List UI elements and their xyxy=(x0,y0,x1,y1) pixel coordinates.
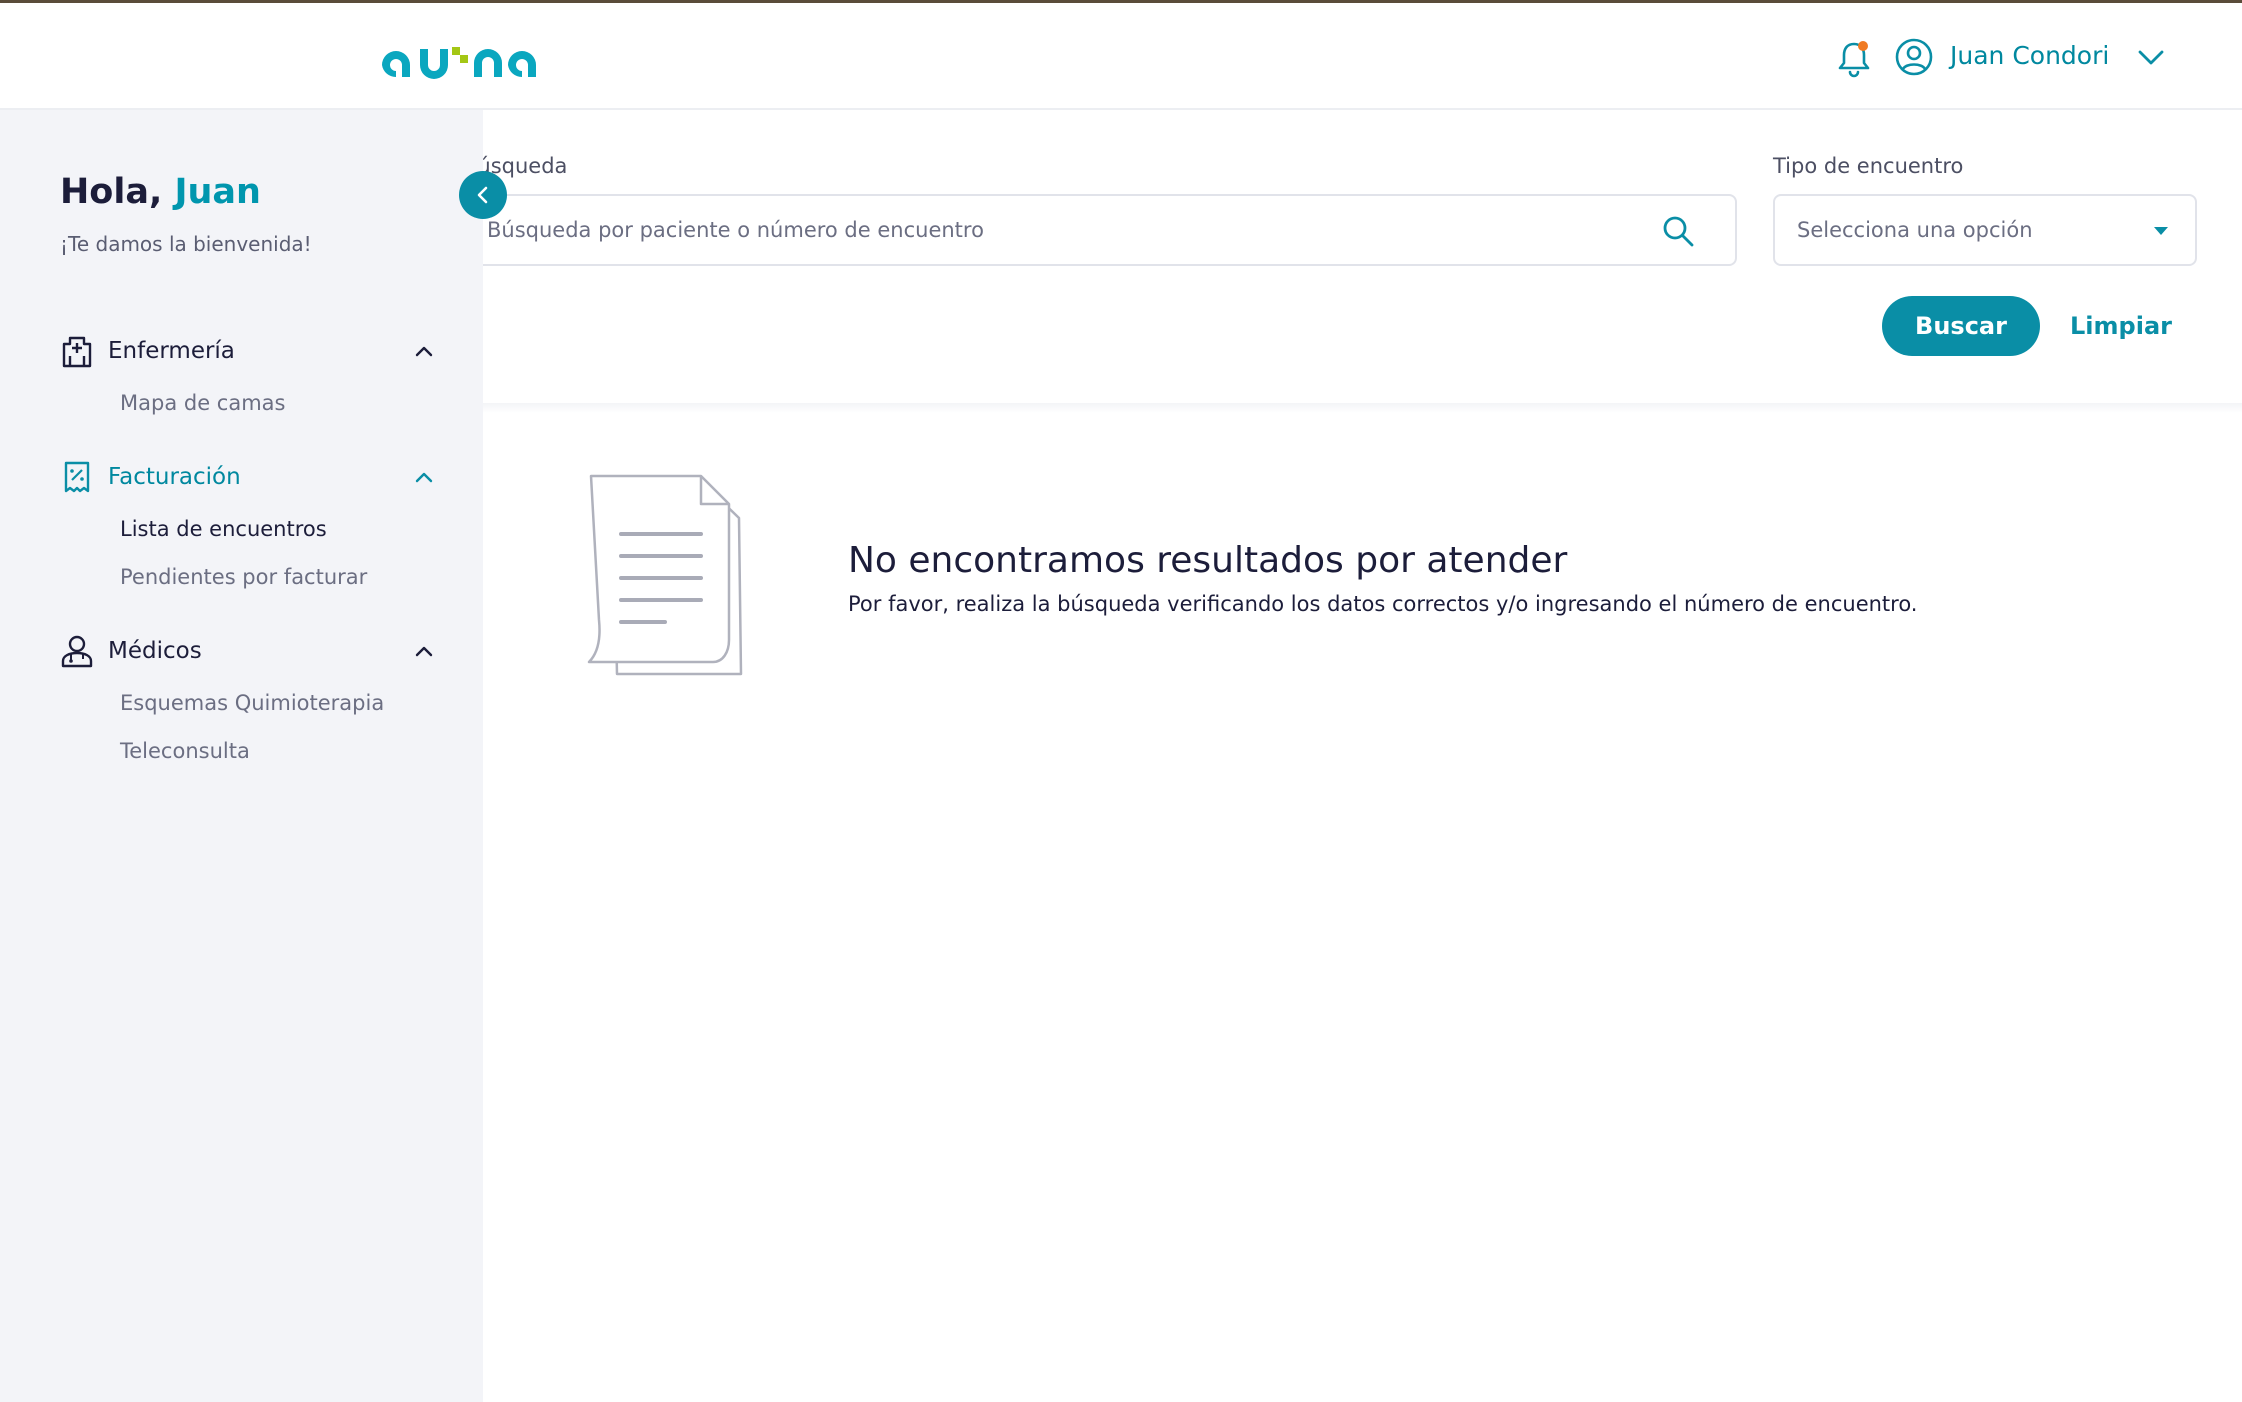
sidebar-item-teleconsulta[interactable]: Teleconsulta xyxy=(120,739,250,763)
sidebar-item-esquemas-quimioterapia[interactable]: Esquemas Quimioterapia xyxy=(120,691,384,715)
encounter-type-select[interactable]: Selecciona una opción xyxy=(1773,194,2197,266)
sidebar-section-medicos[interactable]: Médicos xyxy=(60,632,440,672)
empty-state-title: No encontramos resultados por atender xyxy=(848,540,1568,581)
sidebar-item-lista-de-encuentros[interactable]: Lista de encuentros xyxy=(120,517,327,541)
doctor-icon xyxy=(61,635,93,668)
chevron-up-icon[interactable] xyxy=(412,466,436,490)
panel-divider xyxy=(483,403,2242,413)
invoice-icon xyxy=(64,461,90,493)
welcome-message: ¡Te damos la bienvenida! xyxy=(60,232,312,256)
select-placeholder: Selecciona una opción xyxy=(1797,218,2033,242)
caret-down-icon xyxy=(2154,227,2168,235)
chevron-up-icon[interactable] xyxy=(412,640,436,664)
greeting: Hola, Juan xyxy=(60,172,261,212)
filter-panel: Búsqueda Tipo de encuentro Selecciona un… xyxy=(483,110,2242,403)
search-field xyxy=(483,194,1737,266)
chevron-down-icon[interactable] xyxy=(2136,43,2166,73)
sidebar-section-label: Médicos xyxy=(108,638,202,664)
auna-logo[interactable] xyxy=(378,33,546,79)
top-header: Juan Condori xyxy=(0,3,2242,110)
sidebar-section-label: Enfermería xyxy=(108,338,235,364)
search-icon[interactable] xyxy=(1661,214,1695,248)
encounter-type-label: Tipo de encuentro xyxy=(1773,154,1964,178)
search-input[interactable] xyxy=(483,196,1655,264)
chevron-up-icon[interactable] xyxy=(412,340,436,364)
user-avatar-icon[interactable] xyxy=(1894,37,1934,77)
greeting-prefix: Hola, xyxy=(60,172,163,212)
sidebar-item-pendientes-por-facturar[interactable]: Pendientes por facturar xyxy=(120,565,367,589)
empty-state-description: Por favor, realiza la búsqueda verifican… xyxy=(848,592,1918,616)
chevron-left-icon xyxy=(477,186,488,204)
empty-document-icon xyxy=(587,474,743,676)
notification-bell-icon[interactable] xyxy=(1836,38,1872,78)
collapse-sidebar-button[interactable] xyxy=(459,171,507,219)
buscar-button[interactable]: Buscar xyxy=(1882,296,2040,356)
sidebar: Hola, Juan ¡Te damos la bienvenida! Enfe… xyxy=(0,110,483,1402)
limpiar-button[interactable]: Limpiar xyxy=(2061,296,2181,356)
hospital-icon xyxy=(62,336,92,368)
sidebar-section-label: Facturación xyxy=(108,464,241,490)
sidebar-section-facturacion[interactable]: Facturación xyxy=(60,458,440,498)
user-name[interactable]: Juan Condori xyxy=(1950,41,2109,70)
greeting-name: Juan xyxy=(174,172,261,212)
main-content: Búsqueda Tipo de encuentro Selecciona un… xyxy=(483,110,2242,1402)
sidebar-item-mapa-de-camas[interactable]: Mapa de camas xyxy=(120,391,285,415)
sidebar-section-enfermeria[interactable]: Enfermería xyxy=(60,332,440,372)
